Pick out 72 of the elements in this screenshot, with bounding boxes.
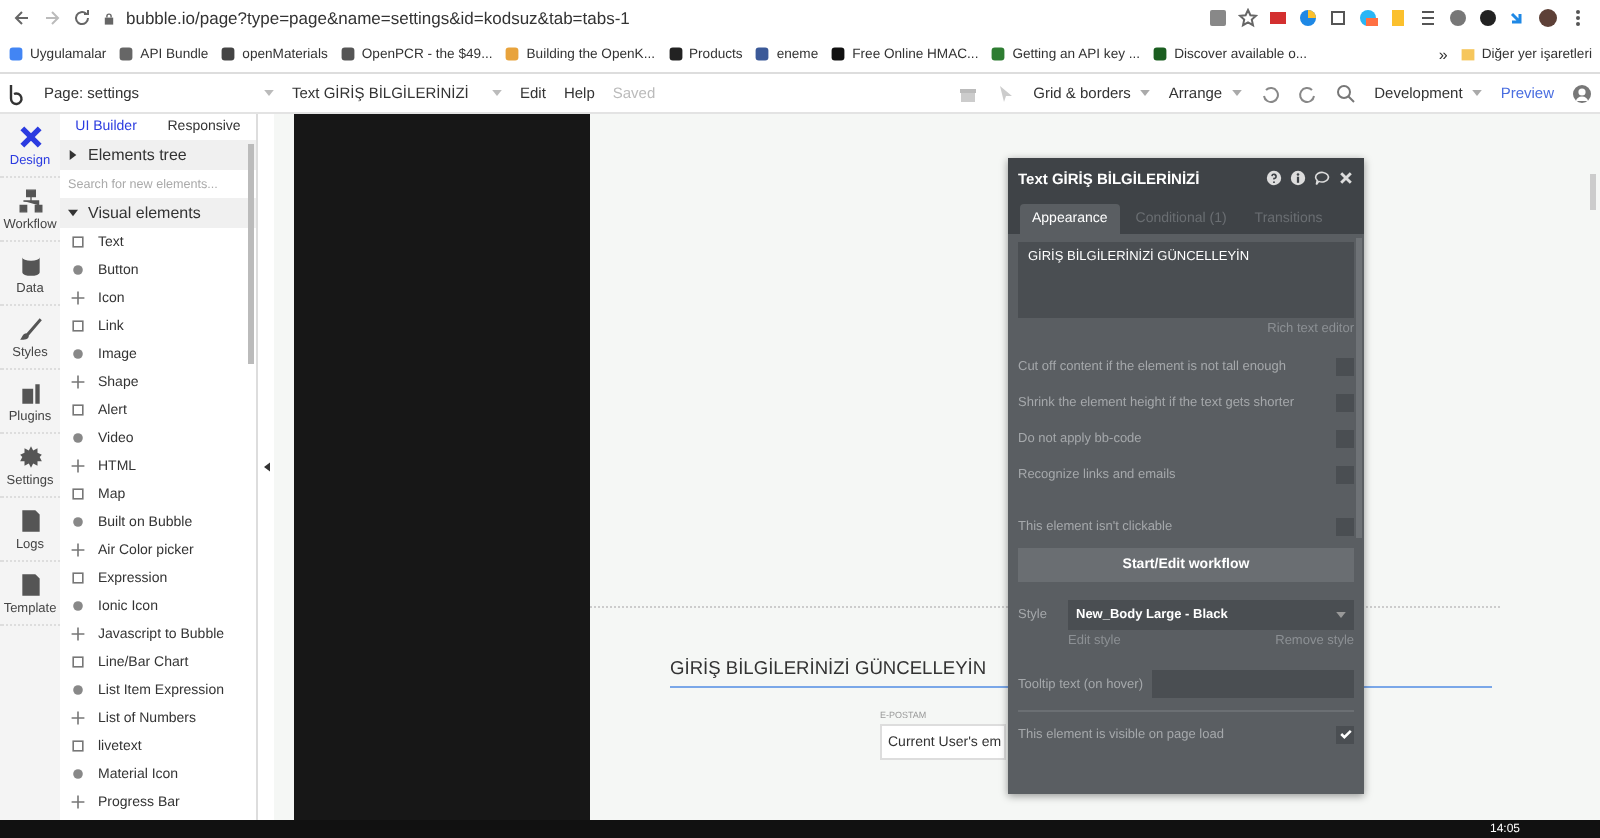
cross-icon bbox=[17, 123, 43, 149]
star-icon[interactable] bbox=[1238, 8, 1258, 28]
checkbox[interactable] bbox=[1336, 725, 1354, 743]
caret-icon bbox=[1472, 90, 1483, 96]
search-icon[interactable] bbox=[1336, 83, 1357, 103]
dot-icon bbox=[70, 430, 86, 446]
bubble-logo[interactable] bbox=[8, 81, 26, 105]
lock-icon bbox=[102, 11, 116, 25]
canvas-heading[interactable]: GİRİŞ BİLGİLERİNİZİ GÜNCELLEYİN bbox=[670, 658, 987, 678]
reload-icon[interactable] bbox=[72, 8, 92, 28]
plus-icon bbox=[70, 458, 86, 474]
checkbox[interactable] bbox=[1336, 517, 1354, 535]
folder-icon bbox=[1459, 46, 1476, 62]
document-icon bbox=[17, 571, 43, 597]
plus-icon bbox=[70, 794, 86, 810]
site-icon bbox=[504, 46, 521, 62]
dot-icon bbox=[70, 514, 86, 530]
redo-icon[interactable] bbox=[1298, 83, 1319, 103]
back-icon[interactable] bbox=[12, 8, 32, 28]
tree-toggle[interactable]: Elements tree bbox=[60, 140, 256, 170]
caret-icon bbox=[264, 90, 274, 96]
more-bookmarks-button[interactable]: » bbox=[1438, 45, 1448, 63]
square-icon bbox=[70, 570, 86, 586]
dot-icon bbox=[70, 766, 86, 782]
site-icon bbox=[754, 46, 771, 62]
site-icon bbox=[8, 46, 24, 62]
checkbox[interactable] bbox=[1336, 429, 1354, 447]
square-icon bbox=[70, 486, 86, 502]
caret-icon bbox=[1336, 612, 1346, 618]
checkbox[interactable] bbox=[1336, 357, 1354, 375]
square-icon bbox=[70, 654, 86, 670]
document-icon bbox=[17, 507, 43, 533]
plus-icon bbox=[70, 542, 86, 558]
square-icon bbox=[70, 402, 86, 418]
site-icon bbox=[990, 46, 1007, 62]
info-icon[interactable] bbox=[1290, 170, 1306, 186]
site-icon bbox=[667, 46, 683, 62]
site-icon bbox=[1152, 46, 1169, 62]
gear-icon bbox=[17, 443, 43, 469]
caret-icon bbox=[1232, 90, 1243, 96]
site-icon bbox=[830, 46, 847, 62]
square-icon bbox=[70, 318, 86, 334]
caret-icon bbox=[492, 90, 502, 96]
triangle-icon bbox=[68, 150, 78, 160]
dot-icon bbox=[70, 262, 86, 278]
avatar-icon[interactable] bbox=[1538, 8, 1558, 28]
plus-icon bbox=[70, 626, 86, 642]
site-icon bbox=[118, 46, 135, 62]
checkbox[interactable] bbox=[1336, 393, 1354, 411]
close-icon[interactable] bbox=[1338, 170, 1354, 186]
collapse-icon[interactable] bbox=[263, 462, 269, 472]
caret-icon bbox=[1140, 90, 1151, 96]
user-icon[interactable] bbox=[1572, 83, 1592, 103]
square-icon bbox=[70, 738, 86, 754]
site-icon bbox=[220, 46, 237, 62]
dot-icon bbox=[70, 346, 86, 362]
triangle-icon bbox=[68, 208, 78, 218]
url-field[interactable]: bubble.io/page?type=page&name=settings&id=kodsuz&tab=tabs-1 bbox=[126, 8, 630, 28]
dot-icon bbox=[70, 598, 86, 614]
plus-icon bbox=[70, 710, 86, 726]
plus-icon bbox=[70, 290, 86, 306]
site-icon bbox=[339, 46, 356, 62]
plus-icon bbox=[70, 374, 86, 390]
brush-icon bbox=[17, 315, 43, 341]
undo-icon[interactable] bbox=[1260, 83, 1281, 103]
section-toggle[interactable]: Visual elements bbox=[60, 198, 256, 228]
comment-icon[interactable] bbox=[1314, 170, 1330, 186]
sitemap-icon bbox=[17, 187, 43, 213]
square-icon bbox=[70, 234, 86, 250]
dot-icon bbox=[70, 682, 86, 698]
checkbox[interactable] bbox=[1336, 465, 1354, 483]
help-icon[interactable] bbox=[1266, 170, 1282, 186]
